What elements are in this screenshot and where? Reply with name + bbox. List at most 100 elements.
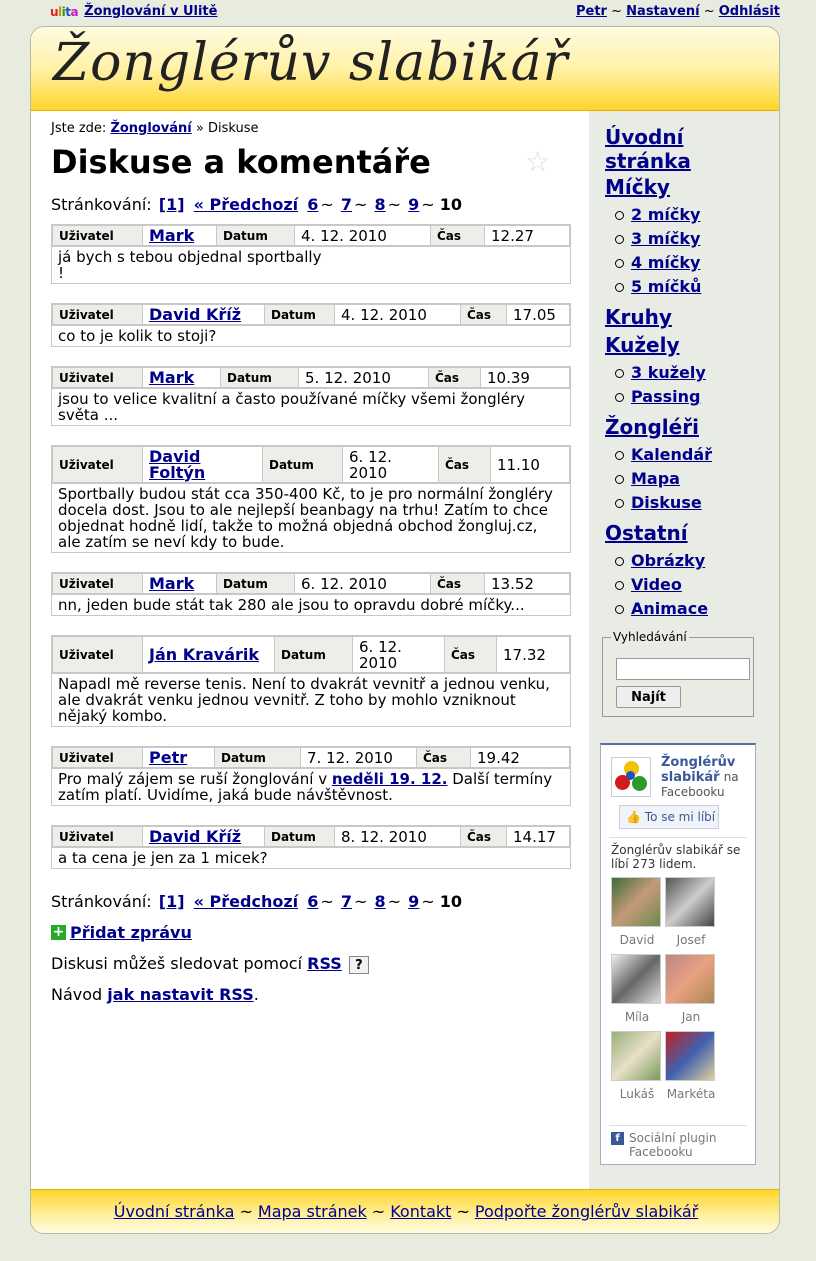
comment-author-link[interactable]: Mark	[149, 368, 194, 387]
nav-rings[interactable]: Kruhy	[605, 305, 775, 329]
breadcrumb-link[interactable]: Žonglování	[110, 121, 191, 136]
page-current: 10	[439, 892, 463, 911]
nav-home[interactable]: Úvodní stránka	[605, 125, 775, 173]
nav-item-link[interactable]: Passing	[631, 387, 700, 406]
nav-jugglers[interactable]: Žongléři	[605, 415, 775, 439]
user-label: Uživatel	[52, 826, 143, 847]
nav-item-link[interactable]: Kalendář	[631, 445, 712, 464]
thumbs-up-icon: 👍	[626, 810, 641, 824]
nav-item-link[interactable]: Animace	[631, 599, 708, 618]
nav-other-list: Obrázky Video Animace	[605, 549, 775, 621]
page-link[interactable]: 6	[307, 195, 318, 214]
add-message: + Přidat zprávu	[51, 923, 192, 942]
separator: ~	[387, 892, 402, 911]
user-link[interactable]: Petr	[576, 4, 607, 19]
comment-post: Uživatel Ján Kravárik Datum 6. 12. 2010 …	[51, 635, 571, 727]
pagination-top: Stránkování: [1] « Předchozí 6 ~ 7 ~ 8 ~ 9 ~…	[51, 195, 462, 214]
comment-author-link[interactable]: David Kříž	[149, 305, 241, 324]
comment-body: nn, jeden bude stát tak 280 ale jsou to …	[52, 594, 570, 615]
comment-body: Napadl mě reverse tenis. Není to dvakrát…	[52, 673, 570, 726]
rss-link[interactable]: RSS	[307, 954, 342, 973]
page-link[interactable]: 7	[341, 892, 352, 911]
site-title[interactable]: Žonglérův slabikář	[53, 33, 568, 93]
search-button[interactable]: Najít	[616, 686, 681, 708]
nav-other[interactable]: Ostatní	[605, 521, 775, 545]
nav-balls[interactable]: Míčky	[605, 175, 775, 199]
separator: ~	[387, 195, 402, 214]
like-button[interactable]: 👍 To se mi líbí	[619, 805, 719, 829]
footer-link-support[interactable]: Podpořte žonglérův slabikář	[475, 1202, 698, 1221]
fan-item[interactable]: Jan	[665, 954, 717, 1024]
footer-link-sitemap[interactable]: Mapa stránek	[258, 1202, 367, 1221]
comment-date: 7. 12. 2010	[300, 747, 417, 768]
nav-item-link[interactable]: 2 míčky	[631, 205, 700, 224]
nav-item-link[interactable]: Mapa	[631, 469, 680, 488]
comment-time: 13.52	[484, 573, 570, 594]
date-label: Datum	[264, 304, 335, 325]
page-first-link[interactable]: [1]	[159, 892, 185, 911]
fan-avatar	[665, 877, 715, 927]
rss-howto-end: .	[253, 985, 259, 1004]
sidebar-nav: Úvodní stránka Míčky 2 míčky 3 míčky 4 m…	[605, 125, 775, 623]
nav-item-link[interactable]: 3 kužely	[631, 363, 706, 382]
comment-author-link[interactable]: Mark	[149, 226, 194, 245]
fan-item[interactable]: Lukáš	[611, 1031, 663, 1101]
page-link[interactable]: 9	[408, 195, 419, 214]
rss-howto-link[interactable]: jak nastavit RSS	[107, 985, 253, 1004]
comment-author-link[interactable]: Mark	[149, 574, 194, 593]
page-link[interactable]: 8	[375, 195, 386, 214]
page-link[interactable]: 9	[408, 892, 419, 911]
time-label: Čas	[416, 747, 471, 768]
nav-item-link[interactable]: Obrázky	[631, 551, 705, 570]
comment-author-link[interactable]: Petr	[149, 748, 187, 767]
comment-body: já bych s tebou objednal sportbally !	[52, 246, 570, 283]
logout-link[interactable]: Odhlásit	[719, 4, 780, 19]
page-link[interactable]: 7	[341, 195, 352, 214]
comment-date: 5. 12. 2010	[298, 367, 429, 388]
nav-clubs[interactable]: Kužely	[605, 333, 775, 357]
page-first-link[interactable]: [1]	[159, 195, 185, 214]
page-link[interactable]: 8	[375, 892, 386, 911]
nav-balls-list: 2 míčky 3 míčky 4 míčky 5 míčků	[605, 203, 775, 299]
comment-author-link[interactable]: David Kříž	[149, 827, 241, 846]
footer-link-contact[interactable]: Kontakt	[390, 1202, 451, 1221]
site-link[interactable]: Žonglování v Ulitě	[84, 4, 217, 19]
separator: ~	[320, 892, 334, 911]
page-link[interactable]: 6	[307, 892, 318, 911]
nav-clubs-list: 3 kužely Passing	[605, 361, 775, 409]
add-message-link[interactable]: Přidat zprávu	[70, 923, 192, 942]
comment-time: 17.05	[506, 304, 570, 325]
page-prev-link[interactable]: « Předchozí	[194, 195, 299, 214]
page-title: Diskuse a komentáře	[51, 143, 431, 181]
user-label: Uživatel	[52, 225, 143, 246]
fan-item[interactable]: Markéta	[665, 1031, 717, 1101]
fan-avatar	[611, 1031, 661, 1081]
page-prev-link[interactable]: « Předchozí	[194, 892, 299, 911]
divider	[609, 837, 747, 838]
fan-item[interactable]: David	[611, 877, 663, 947]
fan-item[interactable]: Míla	[611, 954, 663, 1024]
comment-author-link[interactable]: Ján Kravárik	[149, 645, 259, 664]
nav-item-link[interactable]: 4 míčky	[631, 253, 700, 272]
search-input[interactable]	[616, 658, 750, 680]
help-icon[interactable]: ?	[348, 956, 369, 974]
fan-item[interactable]: Josef	[665, 877, 717, 947]
footer-link-home[interactable]: Úvodní stránka	[114, 1202, 235, 1221]
favorite-star-icon[interactable]: ☆	[525, 145, 550, 178]
nav-item: Passing	[615, 385, 775, 409]
time-label: Čas	[438, 446, 491, 483]
plus-icon[interactable]: +	[51, 925, 66, 940]
nav-item: Obrázky	[615, 549, 775, 573]
nav-item-link[interactable]: Video	[631, 575, 682, 594]
settings-link[interactable]: Nastavení	[626, 4, 699, 19]
comment-author-link[interactable]: David Foltýn	[149, 447, 205, 482]
comment-body: Pro malý zájem se ruší žonglování v nedě…	[52, 768, 570, 805]
ulita-logo[interactable]: ulita	[50, 5, 79, 19]
nav-item-link[interactable]: 3 míčky	[631, 229, 700, 248]
time-label: Čas	[430, 573, 485, 594]
nav-item-link[interactable]: 5 míčků	[631, 277, 701, 296]
plugin-label[interactable]: Sociální plugin Facebooku	[629, 1131, 729, 1159]
nav-item-link[interactable]: Diskuse	[631, 493, 702, 512]
site-footer: Úvodní stránka ~ Mapa stránek ~ Kontakt ~ Podp…	[31, 1189, 779, 1233]
page-logo-icon[interactable]	[611, 757, 651, 797]
